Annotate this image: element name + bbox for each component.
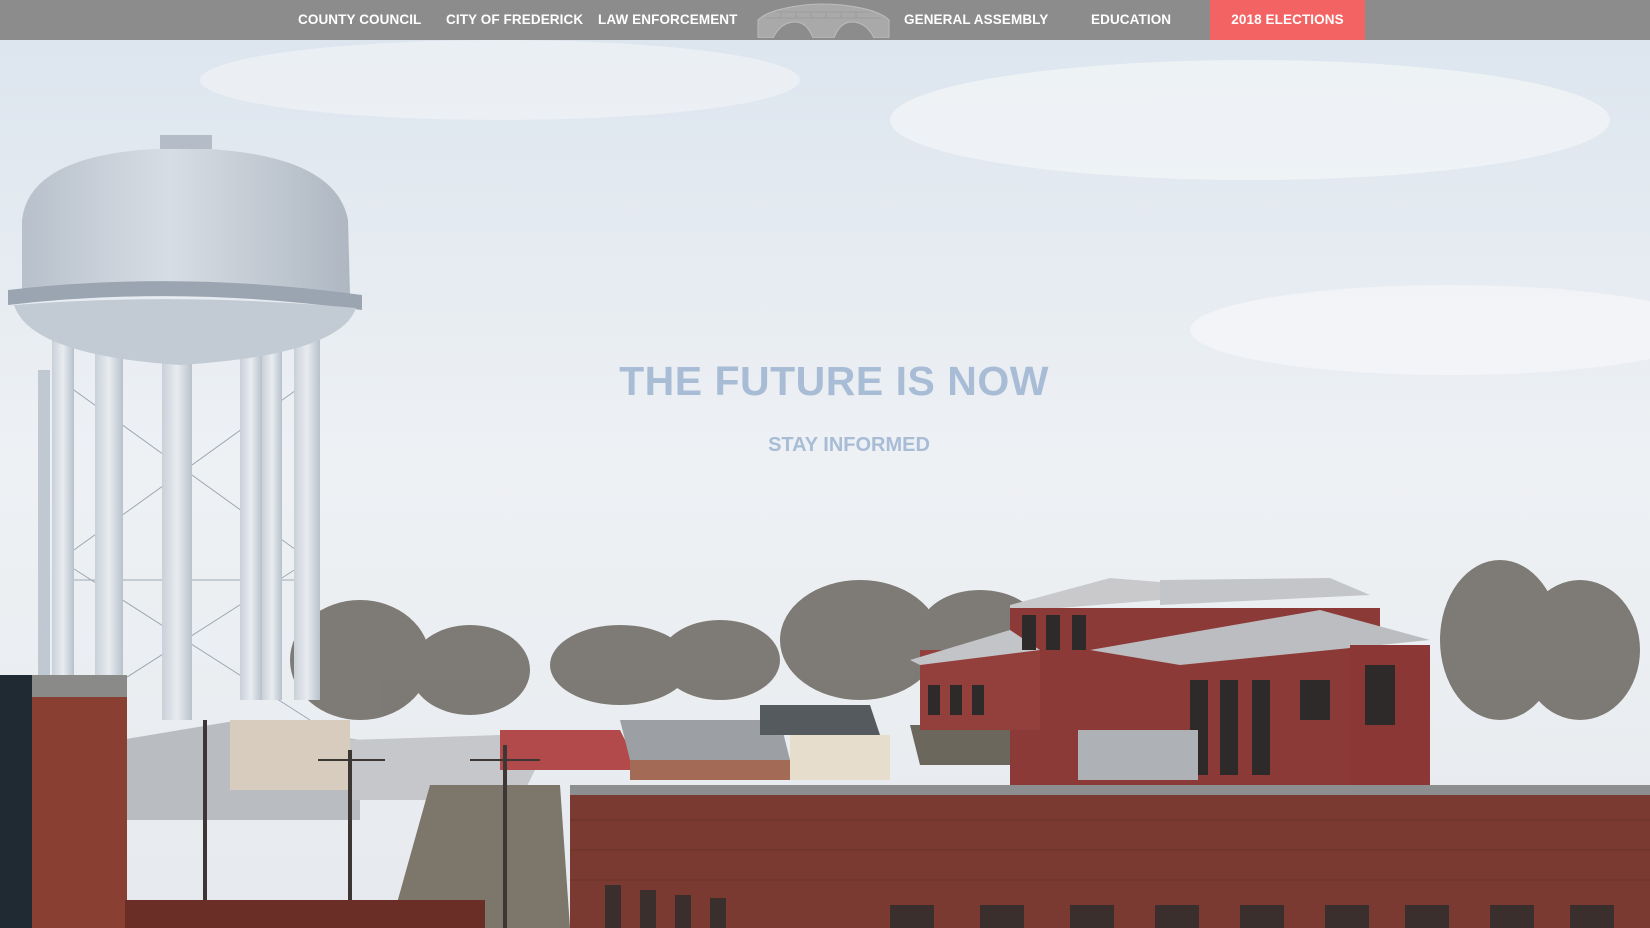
town-skyline-image [0, 0, 1650, 928]
bridge-arch-logo-icon[interactable] [756, 0, 891, 39]
nav-link-law-enforcement[interactable]: LAW ENFORCEMENT [598, 0, 738, 40]
nav-link-general-assembly[interactable]: GENERAL ASSEMBLY [904, 0, 1048, 40]
hero-headline: THE FUTURE IS NOW [619, 358, 1049, 404]
nav-link-education[interactable]: EDUCATION [1091, 0, 1171, 40]
top-navigation-bar: COUNTY COUNCIL CITY OF FREDERICK LAW ENF… [0, 0, 1650, 40]
nav-link-county-council[interactable]: COUNTY COUNCIL [298, 0, 421, 40]
water-tower [8, 135, 362, 730]
nav-link-city-of-frederick[interactable]: CITY OF FREDERICK [446, 0, 583, 40]
nav-cta-2018-elections[interactable]: 2018 ELECTIONS [1210, 0, 1365, 40]
stay-informed-link[interactable]: STAY INFORMED [0, 434, 1650, 457]
hero-background-photo [0, 0, 1650, 928]
